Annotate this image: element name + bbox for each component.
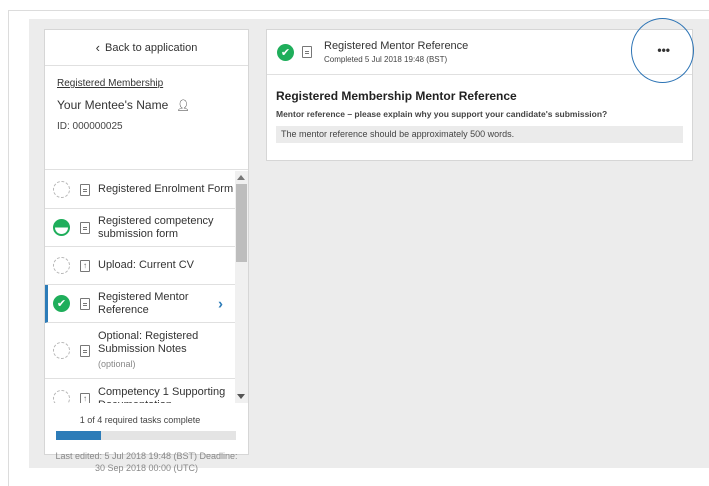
membership-link[interactable]: Registered Membership bbox=[57, 78, 248, 89]
status-in-progress-icon bbox=[53, 219, 70, 236]
chevron-left-icon: ‹ bbox=[95, 40, 100, 55]
form-heading: Registered Membership Mentor Reference bbox=[276, 89, 517, 103]
document-icon bbox=[80, 221, 90, 234]
scroll-up-arrow-icon[interactable] bbox=[237, 175, 245, 180]
task-detail-panel: ✔ Registered Mentor Reference Completed … bbox=[266, 29, 693, 161]
task-label: Registered Enrolment Form bbox=[98, 183, 234, 195]
task-item-upload-cv[interactable]: ↑ Upload: Current CV bbox=[45, 247, 235, 285]
status-complete-icon: ✔ bbox=[277, 43, 294, 61]
back-label: Back to application bbox=[105, 41, 198, 54]
upload-icon: ↑ bbox=[80, 392, 90, 403]
progress-bar-fill bbox=[56, 431, 101, 440]
status-not-started-icon bbox=[53, 257, 70, 274]
document-icon bbox=[80, 183, 90, 196]
task-item-enrolment-form[interactable]: Registered Enrolment Form bbox=[45, 171, 235, 209]
task-label-text: Optional: Registered Submission Notes bbox=[98, 330, 199, 355]
task-detail-header: ✔ Registered Mentor Reference Completed … bbox=[267, 30, 692, 75]
task-label: Competency 1 Supporting Documentation bbox=[98, 385, 226, 404]
task-detail-title: Registered Mentor Reference bbox=[324, 40, 469, 52]
task-sidebar: ‹ Back to application Registered Members… bbox=[44, 29, 249, 473]
application-summary: Registered Membership Your Mentee's Name… bbox=[45, 66, 248, 170]
status-not-started-icon bbox=[53, 181, 70, 198]
task-label: Upload: Current CV bbox=[98, 259, 194, 271]
task-completed-timestamp: Completed 5 Jul 2018 19:48 (BST) bbox=[324, 55, 448, 64]
task-label: Registered Mentor Reference bbox=[98, 290, 189, 316]
answer-hint: The mentor reference should be approxima… bbox=[276, 126, 683, 143]
task-list-scrollbar[interactable] bbox=[235, 171, 248, 403]
question-label: Mentor reference – please explain why yo… bbox=[276, 109, 608, 119]
task-item-competency-1-docs[interactable]: ↑ Competency 1 Supporting Documentation bbox=[45, 379, 235, 403]
application-id: ID: 000000025 bbox=[57, 121, 123, 132]
upload-icon: ↑ bbox=[80, 259, 90, 272]
last-edited-deadline: Last edited: 5 Jul 2018 19:48 (BST) Dead… bbox=[55, 451, 238, 473]
status-not-started-icon bbox=[53, 342, 70, 359]
task-item-mentor-reference[interactable]: ✔ Registered Mentor Reference › bbox=[45, 285, 235, 323]
chevron-right-icon: › bbox=[218, 295, 223, 312]
status-not-started-icon bbox=[53, 390, 70, 403]
back-to-application-link[interactable]: ‹ Back to application bbox=[45, 30, 248, 66]
document-icon bbox=[302, 46, 312, 58]
status-complete-icon: ✔ bbox=[53, 295, 70, 312]
task-label: Registered competency submission form bbox=[98, 214, 214, 240]
task-item-competency-form[interactable]: Registered competency submission form bbox=[45, 209, 235, 247]
mentee-name: Your Mentee's Name bbox=[57, 98, 169, 112]
task-detail-body: Registered Membership Mentor Reference M… bbox=[267, 75, 692, 143]
mentee-name-row: Your Mentee's Name 👤︎ bbox=[57, 98, 248, 112]
optional-tag: (optional) bbox=[98, 359, 136, 369]
progress-summary: 1 of 4 required tasks complete bbox=[79, 415, 201, 425]
document-icon bbox=[80, 344, 90, 357]
task-item-submission-notes[interactable]: Optional: Registered Submission Notes (o… bbox=[45, 323, 235, 379]
scrollbar-thumb[interactable] bbox=[236, 184, 247, 262]
task-label: Optional: Registered Submission Notes (o… bbox=[98, 330, 235, 371]
task-detail-titles: Registered Mentor Reference Completed 5 … bbox=[324, 40, 468, 64]
scroll-down-arrow-icon[interactable] bbox=[237, 394, 245, 399]
person-icon[interactable]: 👤︎ bbox=[176, 99, 190, 112]
progress-bar bbox=[56, 431, 236, 440]
task-list: Registered Enrolment Form Registered com… bbox=[45, 171, 235, 403]
document-icon bbox=[80, 297, 90, 310]
highlight-circle bbox=[631, 18, 694, 83]
